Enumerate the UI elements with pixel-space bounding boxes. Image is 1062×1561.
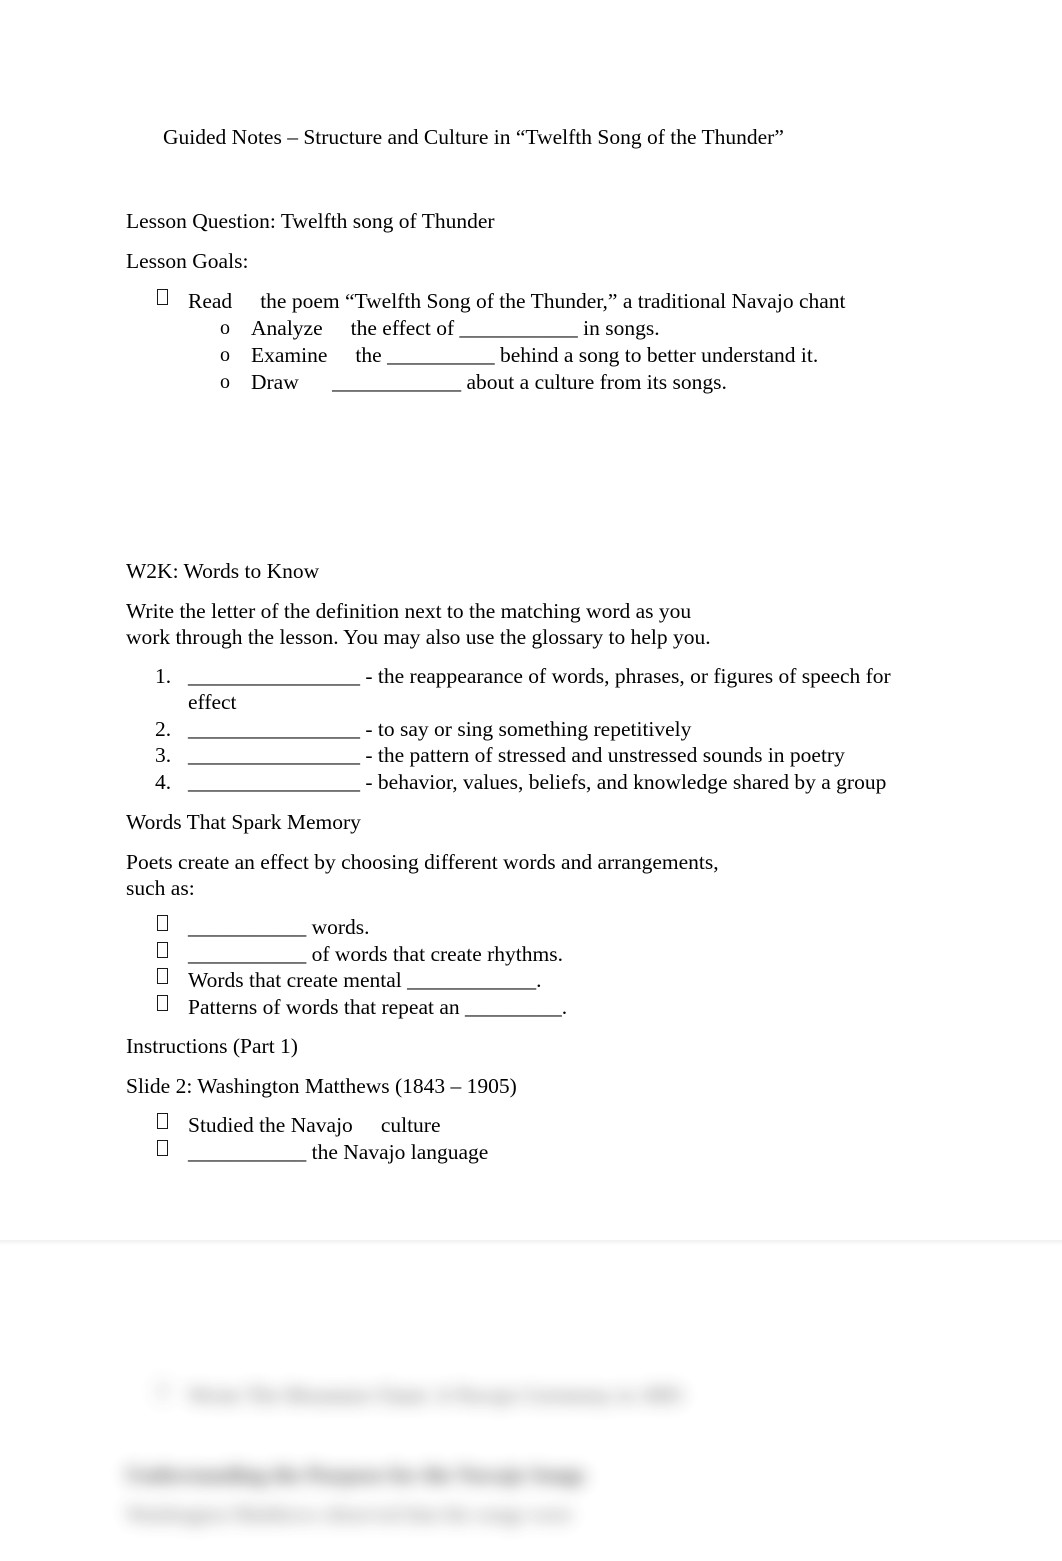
sub-before: the effect of (350, 315, 455, 340)
wingding-bullet-icon (157, 1139, 168, 1156)
definition-text: - behavior, values, beliefs, and knowled… (365, 769, 887, 794)
spark-text: of words that create rhythms. (311, 941, 563, 966)
spark-text: words. (311, 915, 370, 939)
definition-text: - to say or sing something repetitively (365, 716, 692, 741)
sub-verb: Analyze (251, 315, 323, 340)
list-item: Words that create mental ____________. (126, 967, 926, 994)
slide2-list: Studied the Navajo culture ___________ th… (126, 1112, 926, 1165)
fill-in-blank: ____________ (407, 968, 537, 992)
lesson-goals-label: Lesson Goals: (126, 249, 249, 273)
blurred-paragraph: Washington Matthews observed that the so… (126, 1501, 573, 1526)
list-item: ___________ of words that create rhythms… (126, 941, 926, 968)
list-item: Patterns of words that repeat an _______… (126, 994, 926, 1021)
sub-bullet-marker: o (220, 316, 230, 339)
fill-in-blank: ___________ (188, 1139, 307, 1164)
spark-intro: Poets create an effect by choosing diffe… (126, 850, 719, 900)
list-item: ___________ words. (126, 914, 926, 941)
slide2-heading: Slide 2: Washington Matthews (1843 – 190… (126, 1074, 517, 1098)
fill-in-blank: ___________ (188, 941, 307, 966)
w2k-heading: W2K: Words to Know (126, 558, 320, 583)
sub-after: behind a song to better understand it. (499, 342, 819, 367)
slide2-tail: the Navajo language (311, 1139, 489, 1164)
lesson-goals-list: Read the poem “Twelfth Song of the Thunde… (126, 288, 926, 315)
table-row: 4. ________________ - behavior, values, … (126, 769, 926, 796)
fill-in-blank: ________________ (188, 743, 360, 767)
fill-in-blank: _________ (465, 994, 562, 1019)
fill-in-blank: ________________ (188, 769, 360, 794)
list-number: 2. (155, 716, 172, 741)
spark-heading: Words That Spark Memory (126, 810, 361, 834)
list-item: o Draw ____________ about a culture from… (126, 369, 926, 396)
page-content: Lesson Question: Twelfth song of Thunder… (126, 0, 926, 1165)
spark-trailing: . (561, 994, 568, 1019)
w2k-instructions: Write the letter of the definition next … (126, 598, 711, 649)
wingding-bullet-icon (157, 968, 168, 984)
table-row: 2. ________________ - to say or sing som… (126, 716, 926, 743)
wingding-bullet-icon (157, 941, 168, 958)
sub-bullet-marker: o (220, 370, 230, 393)
slide2-lead: Studied the Navajo (188, 1113, 353, 1137)
sub-after: in songs. (583, 315, 660, 340)
sub-verb: Examine (251, 342, 328, 367)
fill-in-blank: __________ (387, 342, 495, 367)
list-item: o Analyze the effect of ___________ in so… (126, 315, 926, 342)
list-item: Wrote The Mountain Chant: A Navajo Cerem… (126, 1382, 986, 1409)
sub-verb: Draw (251, 369, 299, 394)
sub-before: the (355, 342, 382, 367)
blurred-bullet-text: Wrote The Mountain Chant: A Navajo Cerem… (188, 1383, 683, 1407)
fill-in-blank: ____________ (332, 369, 462, 394)
table-row: 1. ________________ - the reappearance o… (126, 663, 926, 716)
lesson-goals-sublist: o Analyze the effect of ___________ in so… (126, 315, 926, 396)
list-item: o Examine the __________ behind a song to… (126, 342, 926, 369)
list-item: Read the poem “Twelfth Song of the Thunde… (126, 288, 926, 315)
blurred-section-heading: Understanding the Purpose for the Navajo… (126, 1461, 586, 1487)
w2k-word-list: 1. ________________ - the reappearance o… (126, 663, 926, 796)
list-item: ___________ the Navajo language (126, 1139, 926, 1166)
spark-text: Words that create mental (188, 968, 402, 992)
sub-after: about a culture from its songs. (466, 369, 727, 394)
fill-in-blank: ___________ (188, 915, 307, 939)
document-page-1: Guided Notes – Structure and Culture in … (0, 0, 1062, 1240)
wingding-bullet-icon (157, 1113, 168, 1129)
next-page-blurred-region: Wrote The Mountain Chant: A Navajo Cerem… (0, 1246, 1062, 1561)
instructions-heading: Instructions (Part 1) (126, 1034, 298, 1058)
fill-in-blank: ___________ (459, 315, 578, 340)
slide2-tail: culture (380, 1113, 441, 1137)
fill-in-blank: ________________ (188, 663, 360, 688)
list-number: 1. (155, 663, 172, 688)
blurred-content: Wrote The Mountain Chant: A Navajo Cerem… (126, 1246, 986, 1528)
wingding-bullet-icon (157, 994, 168, 1011)
list-item: Studied the Navajo culture (126, 1112, 926, 1139)
spark-text: Patterns of words that repeat an (188, 994, 460, 1019)
sub-bullet-marker: o (220, 343, 230, 366)
list-number: 4. (155, 769, 172, 794)
definition-text: - the pattern of stressed and unstressed… (365, 743, 845, 767)
spark-trailing: . (536, 968, 542, 992)
wingding-bullet-icon (157, 1383, 168, 1399)
lesson-question: Lesson Question: Twelfth song of Thunder (126, 209, 495, 233)
spark-list: ___________ words. ___________ of words … (126, 914, 926, 1020)
wingding-bullet-icon (157, 289, 168, 305)
wingding-bullet-icon (157, 915, 168, 931)
table-row: 3. ________________ - the pattern of str… (126, 742, 926, 769)
list-number: 3. (155, 743, 172, 767)
fill-in-blank: ________________ (188, 716, 360, 741)
goal-text: the poem “Twelfth Song of the Thunder,” … (260, 289, 846, 313)
goal-lead: Read (188, 289, 233, 313)
